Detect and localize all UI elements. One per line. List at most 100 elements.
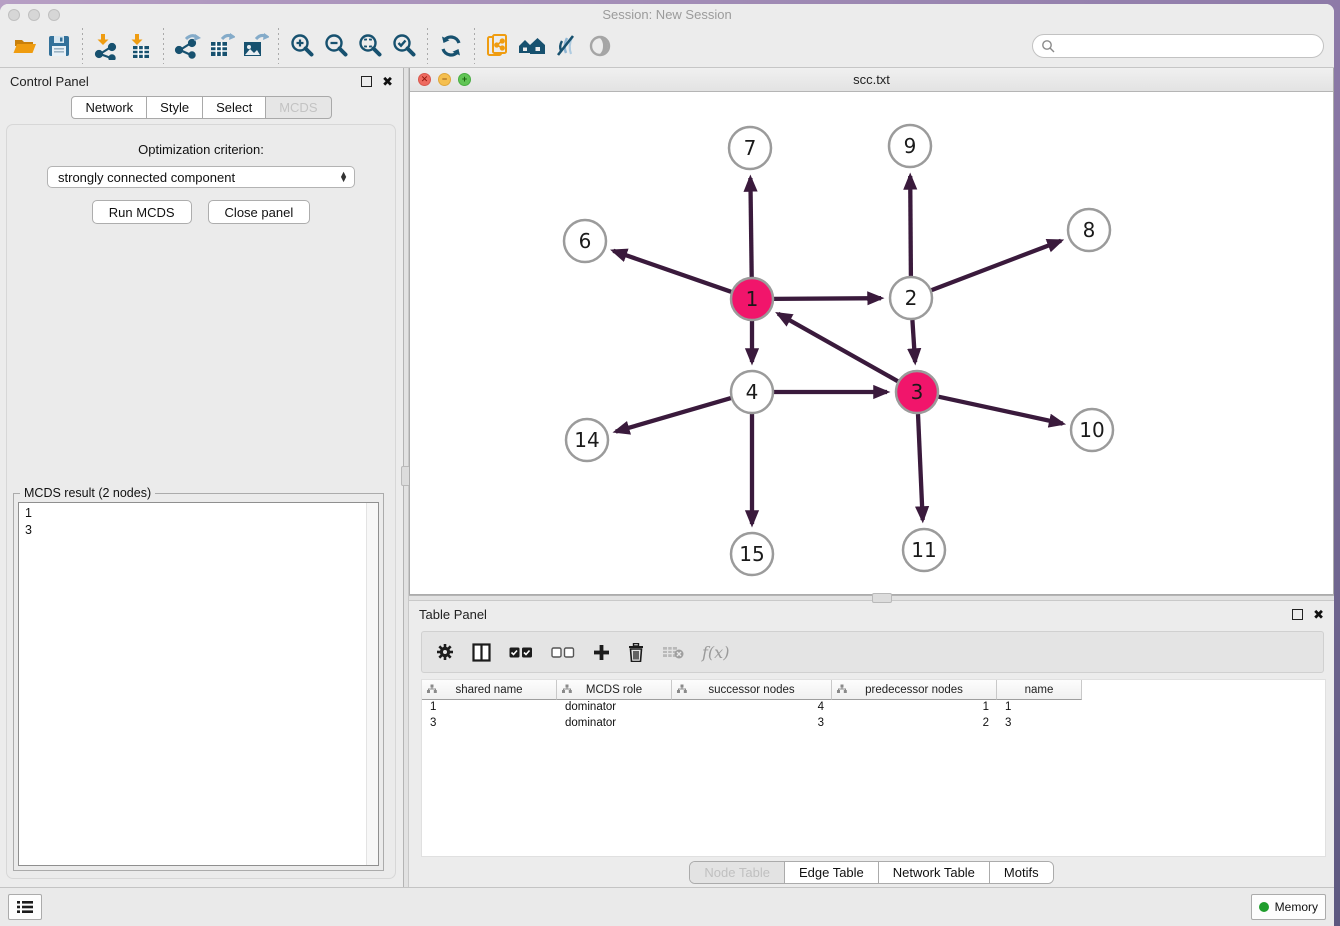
- splitter-handle[interactable]: [872, 593, 892, 603]
- network-canvas[interactable]: 7 9 6 8 1 2 4 3 14 10 15 11: [410, 92, 1333, 594]
- search-box[interactable]: [1032, 34, 1324, 58]
- result-scrollbar[interactable]: [366, 503, 378, 865]
- tab-style[interactable]: Style: [147, 96, 203, 119]
- table-cell[interactable]: 1: [832, 700, 997, 716]
- tab-edge-table[interactable]: Edge Table: [785, 862, 879, 883]
- close-panel-icon[interactable]: ✖: [1313, 608, 1324, 621]
- graph-node-9[interactable]: 9: [889, 125, 931, 167]
- graph-node-8[interactable]: 8: [1068, 209, 1110, 251]
- import-network-button[interactable]: [89, 29, 123, 63]
- open-session-button[interactable]: [8, 29, 42, 63]
- graph-edge-1-2[interactable]: [774, 298, 881, 299]
- trash-icon: [628, 643, 644, 662]
- add-column-button[interactable]: [593, 644, 610, 661]
- table-cell[interactable]: 1: [422, 700, 557, 716]
- graph-edge-2-3[interactable]: [912, 320, 915, 362]
- table-row[interactable]: 3dominator323: [422, 716, 1325, 732]
- table-cell[interactable]: dominator: [557, 716, 672, 732]
- plus-icon: [593, 644, 610, 661]
- svg-text:1: 1: [746, 287, 759, 311]
- show-columns-button[interactable]: [472, 643, 491, 662]
- float-panel-icon[interactable]: [1292, 609, 1303, 620]
- mcds-result-box: 1 3: [18, 502, 379, 866]
- horizontal-splitter[interactable]: [409, 595, 1334, 601]
- float-panel-icon[interactable]: [361, 76, 372, 87]
- graph-node-4[interactable]: 4: [731, 371, 773, 413]
- network-graph[interactable]: 7 9 6 8 1 2 4 3 14 10 15 11: [410, 92, 1333, 594]
- graph-node-2[interactable]: 2: [890, 277, 932, 319]
- search-input[interactable]: [1062, 38, 1323, 55]
- network-window-titlebar[interactable]: ✕ − + scc.txt: [410, 68, 1333, 92]
- graph-edge-3-11[interactable]: [918, 414, 923, 520]
- table-cell[interactable]: 1: [997, 700, 1082, 716]
- tab-node-table[interactable]: Node Table: [690, 862, 785, 883]
- export-table-button[interactable]: [204, 29, 238, 63]
- table-cell[interactable]: dominator: [557, 700, 672, 716]
- table-cell[interactable]: 2: [832, 716, 997, 732]
- tab-mcds[interactable]: MCDS: [266, 96, 331, 119]
- zoom-in-button[interactable]: [285, 29, 319, 63]
- table-settings-button[interactable]: [436, 643, 454, 661]
- export-image-button[interactable]: [238, 29, 272, 63]
- zoom-selected-button[interactable]: [387, 29, 421, 63]
- graph-node-3[interactable]: 3: [896, 371, 938, 413]
- table-cell[interactable]: 3: [422, 716, 557, 732]
- graph-node-14[interactable]: 14: [566, 419, 608, 461]
- app-titlebar: Session: New Session: [0, 4, 1334, 25]
- table-panel: Table Panel ✖: [409, 601, 1334, 887]
- graph-edge-3-1[interactable]: [778, 314, 898, 382]
- graph-edge-3-10[interactable]: [939, 397, 1063, 424]
- deselect-all-button[interactable]: [551, 647, 575, 658]
- graph-edge-2-9[interactable]: [910, 176, 911, 276]
- save-session-button[interactable]: [42, 29, 76, 63]
- function-builder-button[interactable]: f(x): [702, 643, 729, 662]
- column-header-name[interactable]: name: [997, 680, 1082, 700]
- column-header-MCDS-role[interactable]: MCDS role: [557, 680, 672, 700]
- tab-network-table[interactable]: Network Table: [879, 862, 990, 883]
- hide-selected-button[interactable]: [549, 29, 583, 63]
- first-neighbors-button[interactable]: [515, 29, 549, 63]
- tab-network[interactable]: Network: [71, 96, 147, 119]
- table-row[interactable]: 1dominator411: [422, 700, 1325, 716]
- table-cell[interactable]: 3: [997, 716, 1082, 732]
- export-table-icon: [207, 32, 235, 60]
- network-minimize-button[interactable]: −: [438, 73, 451, 86]
- clone-network-button[interactable]: [481, 29, 515, 63]
- tab-select[interactable]: Select: [203, 96, 266, 119]
- show-all-button[interactable]: [583, 29, 617, 63]
- graph-node-1[interactable]: 1: [731, 278, 773, 320]
- close-panel-icon[interactable]: ✖: [382, 75, 393, 88]
- table-cell[interactable]: 3: [672, 716, 832, 732]
- delete-column-button[interactable]: [662, 644, 684, 660]
- table-cell[interactable]: 4: [672, 700, 832, 716]
- zoom-fit-button[interactable]: [353, 29, 387, 63]
- graph-node-15[interactable]: 15: [731, 533, 773, 575]
- delete-table-button[interactable]: [628, 643, 644, 662]
- import-table-button[interactable]: [123, 29, 157, 63]
- column-header-successor-nodes[interactable]: successor nodes: [672, 680, 832, 700]
- export-network-button[interactable]: [170, 29, 204, 63]
- select-all-button[interactable]: [509, 647, 533, 658]
- task-history-button[interactable]: [8, 894, 42, 920]
- zoom-out-button[interactable]: [319, 29, 353, 63]
- criterion-dropdown-value: strongly connected component: [58, 170, 339, 185]
- graph-node-7[interactable]: 7: [729, 127, 771, 169]
- network-maximize-button[interactable]: +: [458, 73, 471, 86]
- graph-node-6[interactable]: 6: [564, 220, 606, 262]
- criterion-dropdown[interactable]: strongly connected component ▲▼: [47, 166, 355, 188]
- column-header-predecessor-nodes[interactable]: predecessor nodes: [832, 680, 997, 700]
- run-mcds-button[interactable]: Run MCDS: [92, 200, 192, 224]
- network-close-button[interactable]: ✕: [418, 73, 431, 86]
- save-disk-icon: [47, 34, 71, 58]
- graph-edge-4-14[interactable]: [616, 398, 731, 432]
- graph-edge-2-8[interactable]: [932, 241, 1061, 290]
- column-header-shared-name[interactable]: shared name: [422, 680, 557, 700]
- close-panel-button[interactable]: Close panel: [208, 200, 311, 224]
- memory-button[interactable]: Memory: [1251, 894, 1326, 920]
- graph-edge-1-7[interactable]: [750, 178, 751, 277]
- graph-edge-1-6[interactable]: [613, 251, 731, 292]
- tab-motifs[interactable]: Motifs: [990, 862, 1053, 883]
- graph-node-11[interactable]: 11: [903, 529, 945, 571]
- graph-node-10[interactable]: 10: [1071, 409, 1113, 451]
- refresh-layout-button[interactable]: [434, 29, 468, 63]
